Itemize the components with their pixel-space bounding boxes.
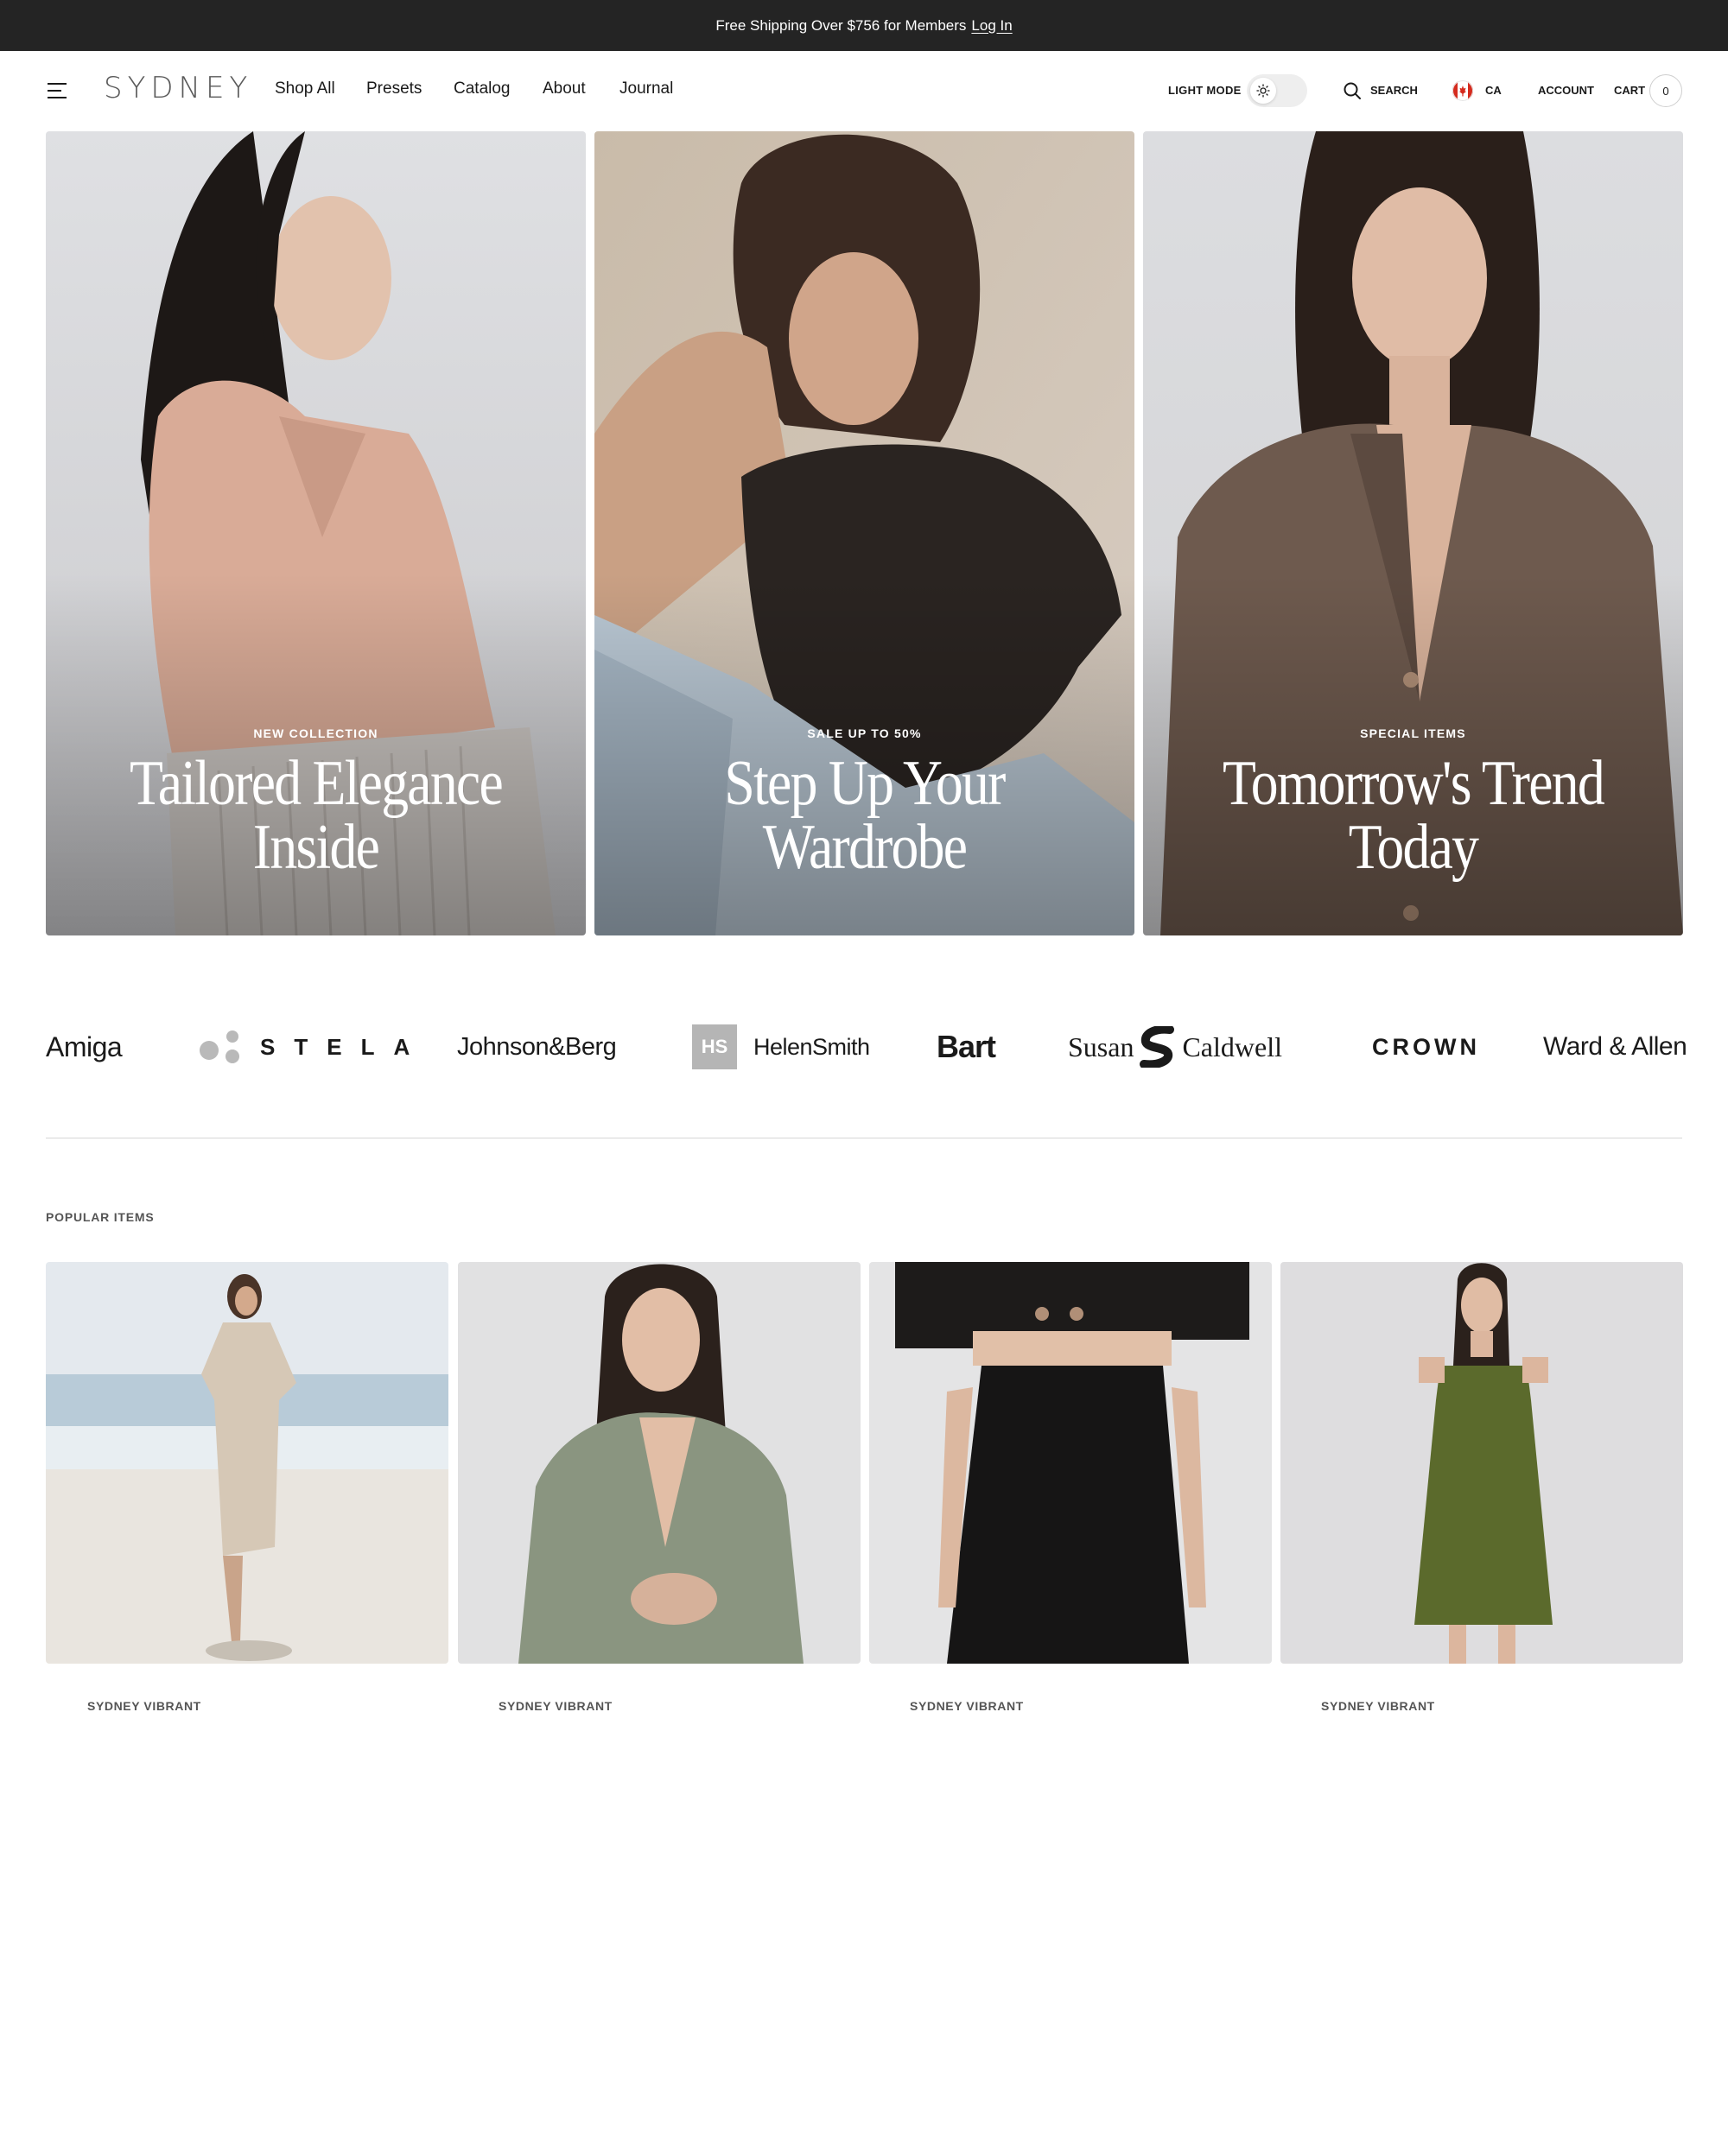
caldwell-s-logo-icon (1140, 1026, 1175, 1068)
hero-title-line: Step Up Your (724, 748, 1006, 819)
announcement-bar: Free Shipping Over $756 for Members Log … (0, 0, 1728, 51)
search-icon[interactable] (1343, 81, 1362, 100)
product-image (1280, 1262, 1683, 1664)
brand-crown[interactable]: CROWN (1372, 1023, 1480, 1071)
brand-stela[interactable]: STELA (200, 1023, 429, 1071)
nav-about[interactable]: About (543, 79, 586, 98)
canada-flag-icon[interactable] (1452, 80, 1473, 101)
product-vendor: SYDNEY VIBRANT (87, 1699, 201, 1713)
hero-title-line: Inside (252, 812, 380, 883)
hero-card-sale[interactable]: SALE UP TO 50% Step Up Your Wardrobe (594, 131, 1134, 935)
search-button[interactable]: SEARCH (1370, 84, 1418, 97)
section-title: POPULAR ITEMS (46, 1210, 155, 1224)
hero-title-line: Tomorrow's Trend (1223, 748, 1605, 819)
product-image (869, 1262, 1272, 1664)
menu-icon[interactable] (48, 83, 67, 98)
brand-helensmith[interactable]: HS HelenSmith (692, 1023, 870, 1071)
hero-title[interactable]: Step Up Your Wardrobe (632, 751, 1097, 879)
site-logo[interactable]: SYDNEY (104, 71, 252, 105)
hero-eyebrow: NEW COLLECTION (253, 726, 378, 740)
login-link[interactable]: Log In (971, 17, 1012, 35)
hero-title-line: Wardrobe (762, 812, 968, 883)
nav-presets[interactable]: Presets (366, 79, 422, 98)
nav-journal[interactable]: Journal (619, 79, 673, 98)
nav-catalog[interactable]: Catalog (454, 79, 511, 98)
product-card-image[interactable] (869, 1262, 1272, 1664)
nav-shop-all[interactable]: Shop All (275, 79, 335, 98)
product-image (46, 1262, 448, 1664)
product-vendor: SYDNEY VIBRANT (499, 1699, 613, 1713)
helensmith-badge: HS (692, 1024, 737, 1069)
hero-card-new-collection[interactable]: NEW COLLECTION Tailored Elegance Inside (46, 131, 586, 935)
brand-amiga[interactable]: Amiga (46, 1023, 123, 1071)
hero-eyebrow: SPECIAL ITEMS (1360, 726, 1466, 740)
product-card-image[interactable] (46, 1262, 448, 1664)
brand-name: STELA (260, 1033, 429, 1060)
product-vendor: SYDNEY VIBRANT (910, 1699, 1024, 1713)
brand-ward-allen[interactable]: Ward & Allen (1543, 1023, 1687, 1071)
hero-card-special-items[interactable]: SPECIAL ITEMS Tomorrow's Trend Today (1143, 131, 1683, 935)
cart-count-badge[interactable]: 0 (1649, 74, 1682, 107)
announcement-text: Free Shipping Over $756 for Members (715, 16, 967, 34)
light-mode-label: LIGHT MODE (1168, 84, 1242, 97)
hero-title-line: Today (1348, 812, 1479, 883)
brand-susan-caldwell[interactable]: Susan Caldwell (1068, 1023, 1282, 1071)
hero-title[interactable]: Tomorrow's Trend Today (1181, 751, 1646, 879)
theme-toggle[interactable] (1247, 74, 1307, 107)
cart-link[interactable]: CART (1614, 84, 1645, 97)
hero-eyebrow: SALE UP TO 50% (807, 726, 922, 740)
product-vendor: SYDNEY VIBRANT (1321, 1699, 1435, 1713)
brand-name: Caldwell (1182, 1030, 1282, 1062)
brand-name: Susan (1068, 1030, 1134, 1062)
account-link[interactable]: ACCOUNT (1538, 84, 1594, 97)
product-image (458, 1262, 861, 1664)
product-card-image[interactable] (1280, 1262, 1683, 1664)
brand-bart[interactable]: Bart (937, 1023, 996, 1071)
brand-name: HelenSmith (753, 1033, 870, 1060)
country-selector[interactable]: CA (1485, 84, 1502, 97)
sun-icon (1250, 78, 1276, 104)
hero-title[interactable]: Tailored Elegance Inside (84, 751, 549, 879)
brand-johnson-berg[interactable]: Johnson&Berg (457, 1023, 617, 1071)
product-card-image[interactable] (458, 1262, 861, 1664)
stela-logo-icon (200, 1030, 239, 1063)
hero-title-line: Tailored Elegance (130, 748, 504, 819)
